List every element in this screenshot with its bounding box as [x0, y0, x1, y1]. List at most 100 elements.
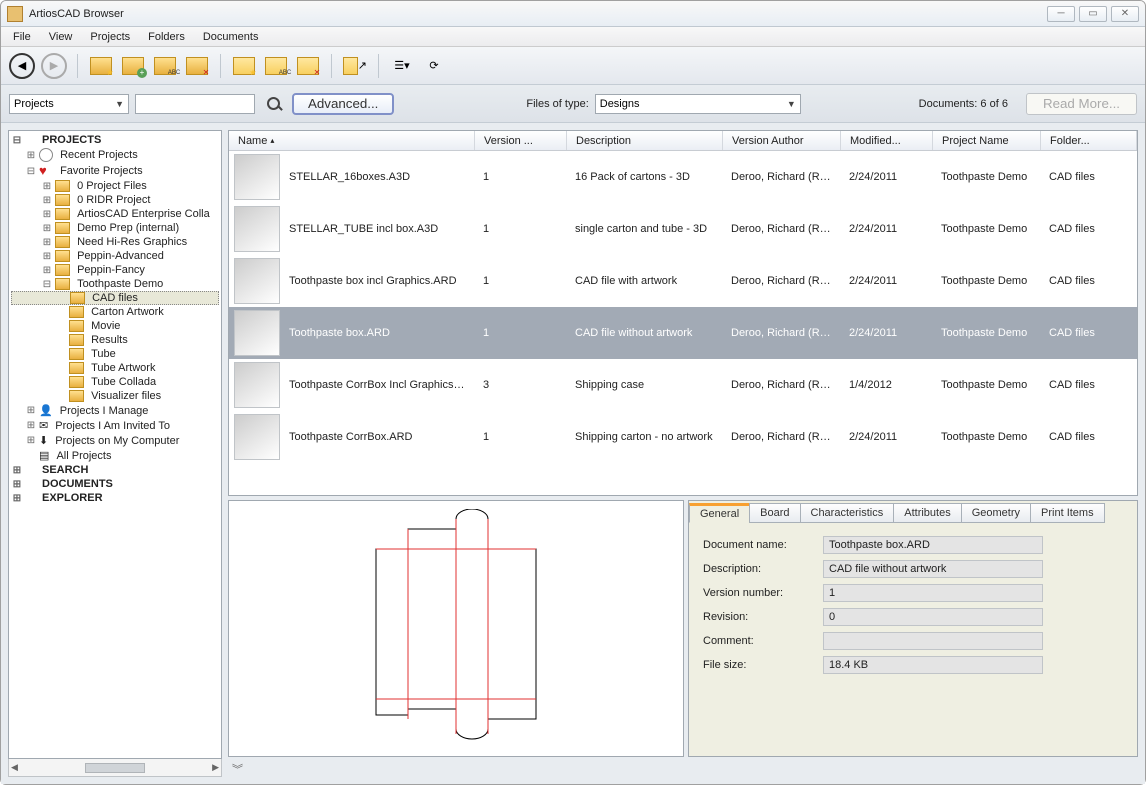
box-dieline-icon: [356, 509, 556, 749]
tree-folder-item[interactable]: Results: [11, 333, 219, 347]
cell-modified: 2/24/2011: [840, 171, 932, 183]
tree-explorer[interactable]: ⊞EXPLORER: [11, 491, 219, 505]
file-row[interactable]: Toothpaste box incl Graphics.ARD1CAD fil…: [229, 255, 1137, 307]
folder-delete-button[interactable]: ✕: [295, 53, 321, 79]
menu-projects[interactable]: Projects: [82, 29, 138, 45]
tree-fav-item[interactable]: ⊞ Need Hi-Res Graphics: [11, 235, 219, 249]
search-input[interactable]: [135, 94, 255, 114]
prop-rev-value: 0: [823, 608, 1043, 626]
nav-forward-button[interactable]: ▶: [41, 53, 67, 79]
prop-cmt-value: [823, 632, 1043, 650]
tree-fav-item[interactable]: ⊞ ArtiosCAD Enterprise Colla: [11, 207, 219, 221]
folder-rename-button[interactable]: ABC: [263, 53, 289, 79]
close-button[interactable]: ✕: [1111, 6, 1139, 22]
folder-icon: [55, 180, 70, 192]
search-icon[interactable]: [261, 97, 286, 110]
tree-fav-item[interactable]: ⊞ 0 RIDR Project: [11, 193, 219, 207]
files-of-type-combo[interactable]: Designs ▼: [595, 94, 801, 114]
read-more-button[interactable]: Read More...: [1026, 93, 1137, 115]
tab-board[interactable]: Board: [749, 503, 800, 523]
folder-icon: [55, 264, 70, 276]
tab-attributes[interactable]: Attributes: [893, 503, 961, 523]
prop-docname-label: Document name:: [703, 539, 823, 551]
tab-printitems[interactable]: Print Items: [1030, 503, 1105, 523]
tree-invited[interactable]: ⊞✉ Projects I Am Invited To: [11, 418, 219, 433]
menu-documents[interactable]: Documents: [195, 29, 267, 45]
menu-file[interactable]: File: [5, 29, 39, 45]
file-row[interactable]: Toothpaste CorrBox.ARD1Shipping carton -…: [229, 411, 1137, 463]
file-row[interactable]: Toothpaste CorrBox Incl Graphics.ARD3Shi…: [229, 359, 1137, 411]
file-row[interactable]: STELLAR_TUBE incl box.A3D1single carton …: [229, 203, 1137, 255]
list-header: Name ▴ Version ... Description Version A…: [229, 131, 1137, 151]
tree-root-projects[interactable]: ⊟PROJECTS: [11, 133, 219, 147]
menu-folders[interactable]: Folders: [140, 29, 193, 45]
col-description[interactable]: Description: [567, 131, 723, 150]
project-copy-button[interactable]: +: [120, 53, 146, 79]
col-modified[interactable]: Modified...: [841, 131, 933, 150]
tree-folder-item[interactable]: Visualizer files: [11, 389, 219, 403]
menu-view[interactable]: View: [41, 29, 81, 45]
refresh-button[interactable]: ⟳: [421, 53, 447, 79]
cell-version: 1: [474, 431, 566, 443]
cell-modified: 2/24/2011: [840, 431, 932, 443]
tree-fav-item[interactable]: ⊞ Peppin-Advanced: [11, 249, 219, 263]
nav-back-button[interactable]: ◀: [9, 53, 35, 79]
thumbnail-icon: [234, 310, 280, 356]
tab-geometry[interactable]: Geometry: [961, 503, 1031, 523]
col-project[interactable]: Project Name: [933, 131, 1041, 150]
tree-fav-item[interactable]: ⊞ Peppin-Fancy: [11, 263, 219, 277]
tree-search[interactable]: ⊞SEARCH: [11, 463, 219, 477]
tree-folder-item[interactable]: Movie: [11, 319, 219, 333]
tree-documents[interactable]: ⊞DOCUMENTS: [11, 477, 219, 491]
cell-desc: 16 Pack of cartons - 3D: [566, 171, 722, 183]
tree-folder-item[interactable]: Tube Collada: [11, 375, 219, 389]
tree-folder-item[interactable]: CAD files: [11, 291, 219, 305]
tree-all[interactable]: ▤ All Projects: [11, 448, 219, 463]
cell-name: STELLAR_16boxes.A3D: [280, 171, 474, 183]
cell-author: Deroo, Richard (RIDR): [722, 275, 840, 287]
tree-recent[interactable]: ⊞ Recent Projects: [11, 147, 219, 163]
cell-desc: CAD file with artwork: [566, 275, 722, 287]
file-row[interactable]: Toothpaste box.ARD1CAD file without artw…: [229, 307, 1137, 359]
project-tree[interactable]: ⊟PROJECTS ⊞ Recent Projects ⊟♥ Favorite …: [8, 130, 222, 759]
folder-new-button[interactable]: ★: [231, 53, 257, 79]
tree-folder-item[interactable]: Tube: [11, 347, 219, 361]
search-scope-combo[interactable]: Projects ▼: [9, 94, 129, 114]
chevron-down-icon: ▼: [787, 99, 796, 109]
cell-project: Toothpaste Demo: [932, 379, 1040, 391]
advanced-button[interactable]: Advanced...: [292, 93, 394, 115]
col-name[interactable]: Name ▴: [229, 131, 475, 150]
maximize-button[interactable]: ▭: [1079, 6, 1107, 22]
cell-folder: CAD files: [1040, 171, 1137, 183]
prop-size-value: 18.4 KB: [823, 656, 1043, 674]
cell-author: Deroo, Richard (RIDR): [722, 327, 840, 339]
tree-favorite[interactable]: ⊟♥ Favorite Projects: [11, 163, 219, 179]
prop-docname-value: Toothpaste box.ARD: [823, 536, 1043, 554]
tree-folder-item[interactable]: Carton Artwork: [11, 305, 219, 319]
cell-version: 3: [474, 379, 566, 391]
folder-icon: [55, 208, 70, 220]
col-author[interactable]: Version Author: [723, 131, 841, 150]
minimize-button[interactable]: ─: [1047, 6, 1075, 22]
tree-fav-item[interactable]: ⊟ Toothpaste Demo: [11, 277, 219, 291]
project-delete-button[interactable]: ✕: [184, 53, 210, 79]
tree-computer[interactable]: ⊞⬇ Projects on My Computer: [11, 433, 219, 448]
col-folder[interactable]: Folder...: [1041, 131, 1137, 150]
cell-project: Toothpaste Demo: [932, 223, 1040, 235]
project-new-button[interactable]: ★: [88, 53, 114, 79]
tree-folder-item[interactable]: Tube Artwork: [11, 361, 219, 375]
tree-hscrollbar[interactable]: ◀▶: [8, 759, 222, 777]
tree-fav-item[interactable]: ⊞ 0 Project Files: [11, 179, 219, 193]
file-row[interactable]: STELLAR_16boxes.A3D116 Pack of cartons -…: [229, 151, 1137, 203]
collapse-handle[interactable]: ︾: [228, 761, 1138, 777]
tree-fav-item[interactable]: ⊞ Demo Prep (internal): [11, 221, 219, 235]
col-version[interactable]: Version ...: [475, 131, 567, 150]
cell-version: 1: [474, 223, 566, 235]
tab-characteristics[interactable]: Characteristics: [800, 503, 895, 523]
thumbnail-icon: [234, 206, 280, 252]
view-list-button[interactable]: ☰▾: [389, 53, 415, 79]
project-rename-button[interactable]: ABC: [152, 53, 178, 79]
tree-manage[interactable]: ⊞👤 Projects I Manage: [11, 403, 219, 418]
tab-general[interactable]: General: [689, 503, 750, 523]
open-button[interactable]: ↗: [342, 53, 368, 79]
